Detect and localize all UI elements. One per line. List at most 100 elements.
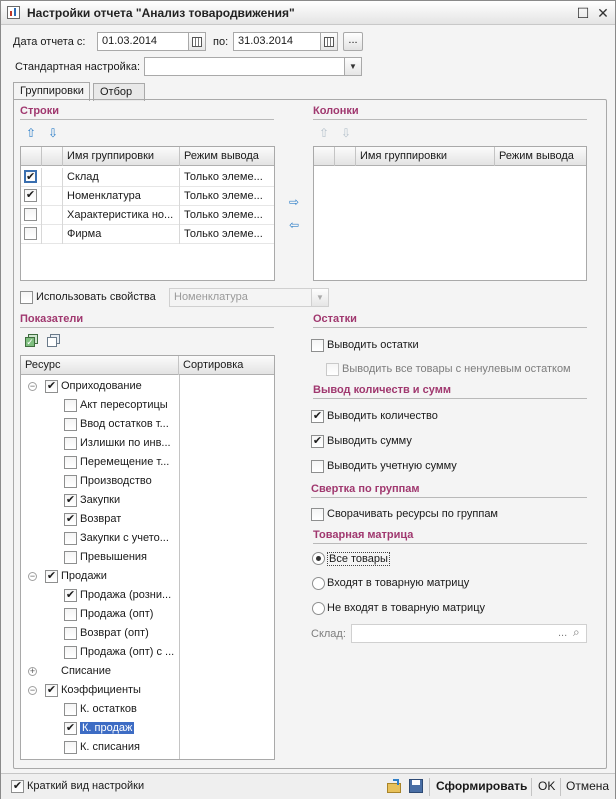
ok-button[interactable]: OK <box>538 779 555 793</box>
standard-setting-dropdown[interactable]: ▼ <box>345 57 362 76</box>
tree-row[interactable]: + Списание <box>21 662 179 681</box>
tree-row[interactable]: − ✔ Продажи <box>21 567 179 586</box>
tree-row[interactable]: ✔ Закупки <box>21 491 179 510</box>
tree-checkbox[interactable] <box>64 532 77 545</box>
columns-grid[interactable]: Имя группировки Режим вывода <box>313 146 587 281</box>
use-props-checkbox[interactable] <box>20 291 33 304</box>
tree-checkbox[interactable] <box>64 437 77 450</box>
tree-checkbox[interactable]: ✔ <box>45 570 58 583</box>
check-all-icon[interactable]: ✓ <box>25 334 39 348</box>
row-mode[interactable]: Только элеме... <box>180 168 274 187</box>
tree-checkbox[interactable]: ✔ <box>64 494 77 507</box>
matrix-all-radio[interactable] <box>312 552 325 565</box>
move-right-icon[interactable]: ⇨ <box>287 195 301 209</box>
tree-row[interactable]: Производство <box>21 472 179 491</box>
period-to-field[interactable]: 31.03.2014 <box>233 32 321 51</box>
row-mode[interactable]: Только элеме... <box>180 187 274 206</box>
tree-checkbox[interactable] <box>64 475 77 488</box>
tree-row[interactable]: Акт пересортицы <box>21 396 179 415</box>
tree-row[interactable]: Возврат (опт) <box>21 624 179 643</box>
tree-checkbox[interactable] <box>64 703 77 716</box>
tree-row[interactable]: Продажа (опт) <box>21 605 179 624</box>
indicators-header-sort[interactable]: Сортировка <box>179 356 274 375</box>
table-row[interactable]: Характеристика но... Только элеме... <box>21 206 274 225</box>
short-view-checkbox[interactable]: ✔ <box>11 780 24 793</box>
use-props-dropdown[interactable]: ▼ <box>312 288 329 307</box>
row-checkbox[interactable] <box>24 227 37 240</box>
table-row[interactable]: ✔ Номенклатура Только элеме... <box>21 187 274 206</box>
row-checkbox[interactable] <box>24 208 37 221</box>
collapse-icon[interactable]: − <box>28 686 37 695</box>
tree-checkbox[interactable] <box>64 627 77 640</box>
matrix-in-radio[interactable] <box>312 577 325 590</box>
search-icon[interactable]: ⌕ <box>573 625 580 640</box>
move-up-icon[interactable]: ⇧ <box>317 126 331 140</box>
save-icon[interactable] <box>409 779 423 793</box>
tree-checkbox[interactable]: ✔ <box>45 380 58 393</box>
tree-checkbox[interactable] <box>64 551 77 564</box>
indicators-tree[interactable]: Ресурс Сортировка − ✔ Оприходование Акт пер… <box>20 355 275 760</box>
open-folder-icon[interactable] <box>387 779 401 793</box>
tree-row[interactable]: ✔ К. продаж <box>21 719 179 738</box>
row-checkbox[interactable]: ✔ <box>24 189 37 202</box>
row-mode[interactable]: Только элеме... <box>180 225 274 244</box>
move-down-icon[interactable]: ⇩ <box>46 126 60 140</box>
cancel-button[interactable]: Отмена <box>566 779 609 793</box>
tree-checkbox[interactable] <box>64 456 77 469</box>
collapse-icon[interactable]: − <box>28 382 37 391</box>
tree-row[interactable]: К. списания <box>21 738 179 757</box>
tree-row[interactable]: Ввод остатков т... <box>21 415 179 434</box>
tree-row[interactable]: Излишки по инв... <box>21 434 179 453</box>
rows-header-mode[interactable]: Режим вывода <box>180 147 274 166</box>
tree-row[interactable]: ✔ Возврат <box>21 510 179 529</box>
matrix-out-radio[interactable] <box>312 602 325 615</box>
period-from-field[interactable]: 01.03.2014 <box>97 32 189 51</box>
move-up-icon[interactable]: ⇧ <box>24 126 38 140</box>
collapse-icon[interactable]: − <box>28 572 37 581</box>
tree-checkbox[interactable] <box>64 646 77 659</box>
close-icon[interactable]: ✕ <box>595 5 611 21</box>
move-left-icon[interactable]: ⇦ <box>287 218 301 232</box>
row-checkbox[interactable]: ✔ <box>24 170 37 183</box>
warehouse-field[interactable] <box>351 624 587 643</box>
show-all-checkbox[interactable] <box>326 363 339 376</box>
generate-button[interactable]: Сформировать <box>436 779 527 793</box>
row-mode[interactable]: Только элеме... <box>180 206 274 225</box>
tree-row[interactable]: Закупки с учето... <box>21 529 179 548</box>
columns-header-mode[interactable]: Режим вывода <box>495 147 586 166</box>
tree-checkbox[interactable] <box>64 608 77 621</box>
tree-row[interactable]: Превышения <box>21 548 179 567</box>
maximize-icon[interactable]: ☐ <box>575 5 591 21</box>
collapse-checkbox[interactable] <box>311 508 324 521</box>
indicators-header-resource[interactable]: Ресурс <box>21 356 179 375</box>
tree-checkbox[interactable]: ✔ <box>64 513 77 526</box>
show-acc-sum-checkbox[interactable] <box>311 460 324 473</box>
table-row[interactable]: ✔ Склад Только элеме... <box>21 168 274 187</box>
calendar-from-button[interactable] <box>189 32 206 51</box>
tree-checkbox[interactable]: ✔ <box>64 722 77 735</box>
columns-header-name[interactable]: Имя группировки <box>356 147 495 166</box>
tree-row[interactable]: − ✔ Коэффициенты <box>21 681 179 700</box>
choose-period-button[interactable]: ... <box>343 32 363 51</box>
use-props-field[interactable]: Номенклатура <box>169 288 312 307</box>
expand-icon[interactable]: + <box>28 667 37 676</box>
warehouse-choose-icon[interactable]: ... <box>558 627 567 639</box>
tree-row[interactable]: Перемещение т... <box>21 453 179 472</box>
tree-checkbox[interactable]: ✔ <box>64 589 77 602</box>
show-balances-checkbox[interactable] <box>311 339 324 352</box>
tree-row[interactable]: К. остатков <box>21 700 179 719</box>
rows-header-name[interactable]: Имя группировки <box>63 147 180 166</box>
show-qty-checkbox[interactable]: ✔ <box>311 410 324 423</box>
tree-row[interactable]: − ✔ Оприходование <box>21 377 179 396</box>
rows-grid[interactable]: Имя группировки Режим вывода ✔ Склад Тол… <box>20 146 275 281</box>
table-row[interactable]: Фирма Только элеме... <box>21 225 274 244</box>
tree-checkbox[interactable]: ✔ <box>45 684 58 697</box>
standard-setting-field[interactable] <box>144 57 345 76</box>
tree-checkbox[interactable] <box>64 741 77 754</box>
tree-checkbox[interactable] <box>64 418 77 431</box>
tree-row[interactable]: Продажа (опт) с ... <box>21 643 179 662</box>
calendar-to-button[interactable] <box>321 32 338 51</box>
tree-row[interactable]: ✔ Продажа (розни... <box>21 586 179 605</box>
show-sum-checkbox[interactable]: ✔ <box>311 435 324 448</box>
tree-checkbox[interactable] <box>64 399 77 412</box>
